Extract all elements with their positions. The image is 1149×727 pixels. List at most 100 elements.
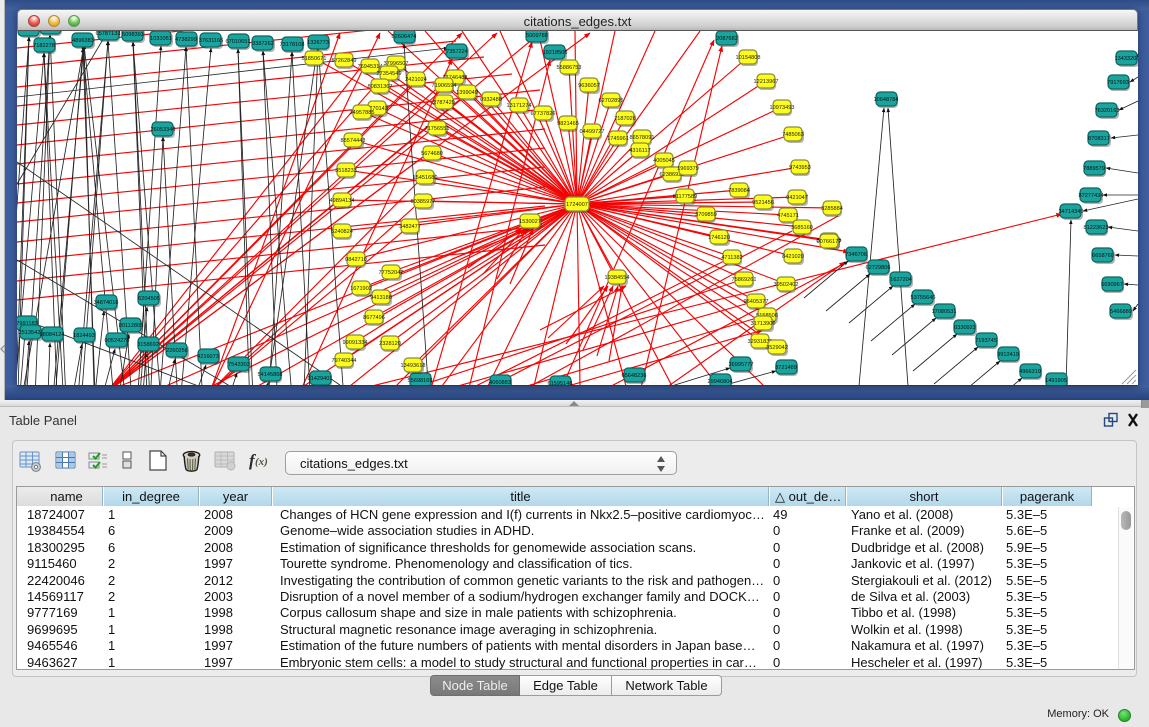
svg-text:00766177: 00766177 bbox=[817, 239, 842, 245]
svg-text:5098393: 5098393 bbox=[122, 32, 144, 38]
svg-text:49894134: 49894134 bbox=[330, 198, 355, 204]
svg-text:3529042: 3529042 bbox=[766, 345, 788, 351]
svg-text:57262849: 57262849 bbox=[332, 58, 357, 64]
svg-text:26053346: 26053346 bbox=[151, 127, 176, 133]
svg-text:12213967: 12213967 bbox=[754, 79, 779, 85]
svg-text:10648784: 10648784 bbox=[874, 97, 899, 103]
svg-text:2087682: 2087682 bbox=[716, 36, 738, 42]
svg-text:04499727: 04499727 bbox=[580, 129, 605, 135]
svg-text:76945314: 76945314 bbox=[358, 64, 383, 70]
svg-text:8708317: 8708317 bbox=[1088, 136, 1110, 142]
svg-text:4216073: 4216073 bbox=[197, 354, 219, 360]
svg-text:(x): (x) bbox=[255, 456, 268, 468]
svg-text:7357224: 7357224 bbox=[446, 49, 468, 55]
svg-text:34957885: 34957885 bbox=[350, 110, 375, 116]
svg-text:7187026: 7187026 bbox=[614, 116, 636, 122]
svg-text:4966319: 4966319 bbox=[1019, 369, 1041, 375]
svg-text:2328120: 2328120 bbox=[379, 341, 401, 347]
svg-text:65787133: 65787133 bbox=[96, 31, 121, 37]
svg-text:9421047: 9421047 bbox=[786, 195, 808, 201]
svg-text:96405377: 96405377 bbox=[744, 299, 769, 305]
svg-text:0330923: 0330923 bbox=[954, 325, 976, 331]
svg-text:81223623: 81223623 bbox=[1084, 225, 1109, 231]
svg-text:7485063: 7485063 bbox=[782, 132, 804, 138]
svg-text:9743953: 9743953 bbox=[789, 165, 811, 171]
svg-text:01429401: 01429401 bbox=[308, 376, 333, 382]
svg-text:34874016: 34874016 bbox=[94, 300, 119, 306]
svg-text:10973493: 10973493 bbox=[770, 105, 795, 111]
svg-text:75869261: 75869261 bbox=[732, 277, 757, 283]
svg-text:86578091: 86578091 bbox=[630, 135, 655, 141]
svg-text:61595148: 61595148 bbox=[548, 381, 573, 386]
svg-text:1491905: 1491905 bbox=[1045, 378, 1067, 384]
svg-text:53755646: 53755646 bbox=[911, 295, 936, 301]
svg-text:8809570: 8809570 bbox=[18, 31, 40, 33]
svg-text:1746120: 1746120 bbox=[708, 235, 730, 241]
svg-text:9821465: 9821465 bbox=[557, 121, 579, 127]
svg-text:37631165: 37631165 bbox=[199, 38, 223, 44]
svg-text:34714345: 34714345 bbox=[1059, 209, 1084, 215]
svg-text:2787429: 2787429 bbox=[433, 100, 455, 106]
svg-text:65648236: 65648236 bbox=[622, 373, 647, 379]
svg-text:98084124: 98084124 bbox=[40, 332, 65, 338]
svg-text:7193745: 7193745 bbox=[975, 338, 997, 344]
svg-text:7346706: 7346706 bbox=[845, 252, 867, 258]
svg-text:3387262: 3387262 bbox=[252, 41, 274, 47]
svg-text:60385977: 60385977 bbox=[411, 199, 436, 205]
svg-text:54145868: 54145868 bbox=[258, 372, 283, 378]
svg-text:00524278: 00524278 bbox=[105, 338, 130, 344]
svg-text:4711382: 4711382 bbox=[721, 255, 742, 261]
svg-text:1627204: 1627204 bbox=[890, 277, 912, 283]
svg-text:2260256: 2260256 bbox=[166, 348, 188, 354]
svg-text:3709859: 3709859 bbox=[695, 212, 717, 218]
svg-text:67010651: 67010651 bbox=[226, 39, 251, 45]
svg-text:9636057: 9636057 bbox=[578, 83, 600, 89]
svg-text:7839084: 7839084 bbox=[728, 188, 750, 194]
svg-text:1530027: 1530027 bbox=[519, 219, 541, 225]
svg-text:1969379: 1969379 bbox=[677, 166, 699, 172]
svg-text:0842710: 0842710 bbox=[345, 257, 367, 263]
svg-text:71906594: 71906594 bbox=[432, 83, 457, 89]
svg-text:7917693: 7917693 bbox=[1107, 80, 1129, 86]
svg-text:51850671: 51850671 bbox=[302, 56, 327, 62]
svg-text:4060883: 4060883 bbox=[489, 380, 511, 386]
svg-text:1326773: 1326773 bbox=[307, 40, 329, 46]
svg-text:1724007: 1724007 bbox=[566, 202, 588, 208]
svg-text:9413186: 9413186 bbox=[370, 295, 392, 301]
svg-text:4005045: 4005045 bbox=[653, 158, 675, 164]
svg-text:19384554: 19384554 bbox=[605, 275, 630, 281]
svg-text:1745961: 1745961 bbox=[607, 136, 629, 142]
svg-text:6690967: 6690967 bbox=[1101, 282, 1123, 288]
svg-text:3685160: 3685160 bbox=[791, 225, 813, 231]
svg-text:79740344: 79740344 bbox=[332, 358, 357, 364]
svg-text:99091334: 99091334 bbox=[343, 340, 368, 346]
svg-text:5674680: 5674680 bbox=[421, 151, 443, 157]
svg-text:36995777: 36995777 bbox=[729, 362, 754, 368]
svg-text:7543303: 7543303 bbox=[228, 362, 250, 368]
svg-text:81177589: 81177589 bbox=[673, 194, 697, 200]
svg-text:62702895: 62702895 bbox=[599, 98, 624, 104]
svg-text:80112805: 80112805 bbox=[119, 323, 143, 329]
svg-text:3518233: 3518233 bbox=[335, 168, 357, 174]
svg-text:31713900: 31713900 bbox=[751, 321, 776, 327]
svg-text:1671902: 1671902 bbox=[350, 286, 372, 292]
svg-text:5009788: 5009788 bbox=[526, 33, 548, 39]
svg-text:2421024: 2421024 bbox=[405, 77, 427, 83]
svg-text:0932480: 0932480 bbox=[480, 97, 502, 103]
svg-text:9912419: 9912419 bbox=[997, 352, 1019, 358]
svg-text:87277434: 87277434 bbox=[1079, 193, 1104, 199]
svg-text:02606474: 02606474 bbox=[392, 34, 417, 40]
svg-text:3158692: 3158692 bbox=[137, 342, 159, 348]
svg-text:5240824: 5240824 bbox=[331, 229, 353, 235]
svg-text:9521456: 9521456 bbox=[752, 200, 774, 206]
svg-text:7889579: 7889579 bbox=[1083, 166, 1105, 172]
svg-text:19218506: 19218506 bbox=[543, 50, 568, 56]
svg-text:6204505: 6204505 bbox=[138, 296, 160, 302]
svg-text:13493618: 13493618 bbox=[401, 363, 426, 369]
svg-text:17080531: 17080531 bbox=[932, 309, 957, 315]
svg-text:7182278: 7182278 bbox=[33, 43, 55, 49]
svg-text:85574443: 85574443 bbox=[341, 138, 366, 144]
svg-text:1031051: 1031051 bbox=[150, 36, 172, 42]
svg-text:39502402: 39502402 bbox=[774, 282, 799, 288]
svg-text:71756551: 71756551 bbox=[425, 126, 450, 132]
